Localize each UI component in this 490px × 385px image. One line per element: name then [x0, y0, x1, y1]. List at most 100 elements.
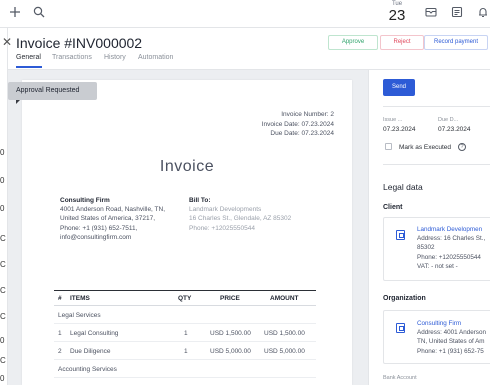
seller-block: Consulting Firm 4001 Anderson Road, Nash…: [60, 196, 175, 242]
organization-country: TN, United States of Am: [417, 338, 485, 346]
due-date-value[interactable]: 07.23.2024: [438, 126, 471, 133]
client-card[interactable]: Landmark Developmen Address: 16 Charles …: [383, 217, 490, 281]
seller-name: Consulting Firm: [60, 197, 110, 204]
col-items: ITEMS: [70, 295, 90, 302]
table-row: 1 Legal Consulting 1 USD 1,500.00 USD 1,…: [54, 324, 316, 342]
invoice-heading: Invoice: [159, 158, 215, 175]
building-icon: [396, 230, 405, 240]
issue-date-value[interactable]: 07.23.2024: [383, 126, 416, 133]
row-amount: USD 5,000.00: [264, 348, 305, 355]
organization-name-link[interactable]: Consulting Firm: [417, 319, 486, 328]
notes-icon[interactable]: [450, 6, 464, 20]
document-viewer[interactable]: Invoice Number: 2 Invoice Date: 07.23.20…: [8, 70, 368, 385]
building-icon: [396, 323, 405, 333]
page-title: Invoice #INV000002: [16, 35, 143, 51]
col-number: #: [58, 295, 62, 302]
bill-to-phone: Phone: +12025550544: [189, 224, 255, 232]
send-button[interactable]: Send: [383, 79, 415, 96]
record-payment-button[interactable]: Record payment: [424, 35, 488, 50]
search-icon[interactable]: [32, 6, 46, 20]
tab-automation[interactable]: Automation: [138, 54, 173, 61]
organization-address: Address: 4001 Anderson: [417, 329, 486, 337]
row-price: USD 5,000.00: [210, 348, 251, 355]
row-qty: 1: [184, 330, 188, 337]
plus-icon[interactable]: [8, 6, 22, 20]
panel-divider: [383, 164, 490, 165]
help-icon[interactable]: ?: [458, 143, 466, 151]
sidebar-fragment: 0: [0, 176, 5, 185]
invoice-paper: Invoice Number: 2 Invoice Date: 07.23.20…: [22, 80, 352, 385]
client-address: Address: 16 Charles St.,: [417, 235, 486, 243]
sidebar-fragment: C: [0, 260, 6, 269]
bill-to-name: Landmark Developments: [189, 206, 262, 214]
sidebar-fragment: 0: [0, 374, 5, 383]
sidebar-fragment: C: [0, 234, 6, 243]
invoice-header: ✕ Invoice #INV000002 Approve Reject Reco…: [2, 28, 490, 70]
approve-button[interactable]: Approve: [328, 35, 378, 50]
table-section-row: Legal Services: [54, 306, 316, 324]
due-date-label: Due D...: [438, 117, 459, 123]
section-label: Accounting Services: [58, 366, 117, 373]
table-section-row: Accounting Services: [54, 360, 316, 378]
mark-executed-label: Mark as Executed: [399, 144, 452, 151]
sidebar-fragment: C: [0, 312, 6, 321]
row-qty: 1: [184, 348, 188, 355]
date-widget[interactable]: Tue 23: [384, 1, 410, 24]
tab-transactions[interactable]: Transactions: [52, 54, 92, 61]
panel-divider: [383, 106, 490, 107]
bill-to-label: Bill To:: [189, 197, 211, 204]
bill-to-address: 16 Charles St., Glendale, AZ 85302: [189, 215, 292, 223]
client-name-link[interactable]: Landmark Developmen: [417, 225, 485, 234]
row-item: Due Diligence: [70, 348, 111, 355]
mail-icon[interactable]: [424, 6, 438, 20]
row-number: 2: [58, 348, 62, 355]
col-price: PRICE: [220, 295, 240, 302]
sidebar-fragment: 0: [0, 336, 5, 345]
section-label: Legal Services: [58, 312, 101, 319]
details-panel: Send Issue ... 07.23.2024 Due D... 07.23…: [368, 70, 490, 385]
items-table-header: # ITEMS QTY PRICE AMOUNT: [54, 290, 316, 306]
row-amount: USD 1,500.00: [264, 330, 305, 337]
sidebar-fragment: 0: [0, 204, 5, 213]
client-vat: VAT: - not set -: [417, 262, 458, 270]
issue-date-label: Issue ...: [383, 117, 403, 123]
active-tab-indicator: [16, 66, 42, 68]
left-sidebar-edge: 0 0 0 C C C C 0 C 0 C: [0, 28, 8, 385]
row-item: Legal Consulting: [70, 330, 119, 337]
client-heading: Client: [383, 204, 403, 211]
invoice-date: Invoice Date: 07.23.2024: [261, 120, 334, 128]
client-phone: Phone: +12025550544: [417, 253, 481, 261]
col-qty: QTY: [178, 295, 192, 302]
items-table: # ITEMS QTY PRICE AMOUNT Legal Services …: [54, 290, 316, 378]
seller-address: 4001 Anderson Road, Nashville, TN, Unite…: [60, 206, 166, 223]
reject-button[interactable]: Reject: [380, 35, 424, 50]
close-icon[interactable]: ✕: [2, 35, 12, 49]
legal-data-heading: Legal data: [383, 182, 423, 192]
bill-to-block: Bill To: Landmark Developments 16 Charle…: [189, 196, 319, 233]
bell-icon[interactable]: [476, 6, 490, 20]
seller-email: info@consultingfirm.com: [60, 233, 132, 241]
client-zip: 85302: [417, 244, 435, 252]
organization-card[interactable]: Consulting Firm Address: 4001 Anderson T…: [383, 310, 490, 364]
top-bar: Tue 23: [0, 0, 490, 28]
sidebar-fragment: C: [0, 286, 6, 295]
mark-executed-checkbox[interactable]: [385, 143, 392, 150]
invoice-number: Invoice Number: 2: [281, 111, 334, 118]
organization-details: Consulting Firm Address: 4001 Anderson T…: [417, 319, 486, 356]
table-row: 2 Due Diligence 1 USD 5,000.00 USD 5,000…: [54, 342, 316, 360]
date-day: 23: [388, 7, 406, 24]
row-number: 1: [58, 330, 62, 337]
status-badge-tail: [16, 100, 20, 104]
bank-account-label: Bank Account: [383, 375, 417, 381]
organization-phone: Phone: +1 (931) 652-75: [417, 347, 484, 355]
seller-phone: Phone: +1 (931) 652-7511,: [60, 224, 138, 232]
invoice-due-date: Due Date: 07.23.2024: [270, 130, 334, 137]
sidebar-fragment: 0: [0, 148, 5, 157]
col-amount: AMOUNT: [270, 295, 299, 302]
organization-heading: Organization: [383, 295, 426, 302]
invoice-meta: Invoice Number: 2 Invoice Date: 07.23.20…: [262, 110, 334, 139]
tab-history[interactable]: History: [104, 54, 126, 61]
client-details: Landmark Developmen Address: 16 Charles …: [417, 225, 485, 271]
tab-general[interactable]: General: [16, 54, 41, 61]
status-badge: Approval Requested: [8, 82, 97, 100]
